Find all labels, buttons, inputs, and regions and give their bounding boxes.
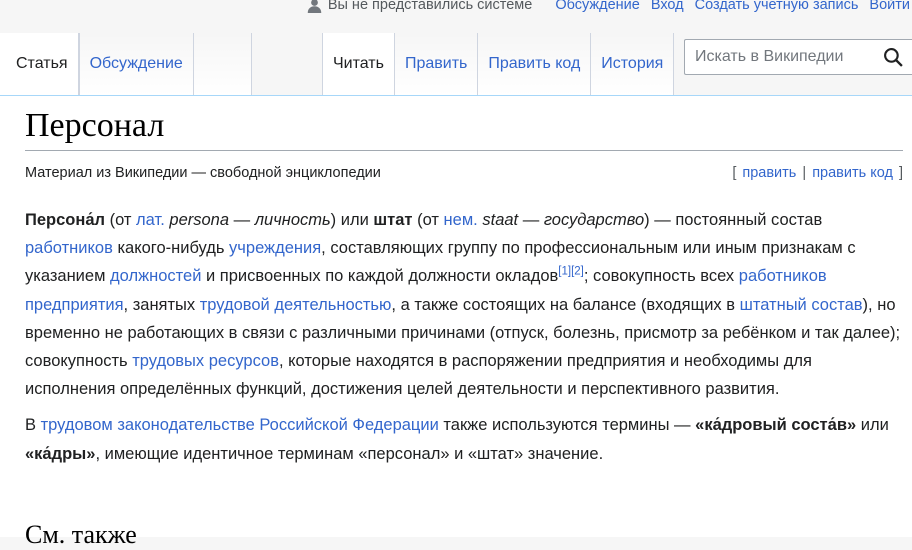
link-staff-composition[interactable]: штатный состав bbox=[740, 296, 863, 314]
namespace-tabs: Статья Обсуждение bbox=[0, 33, 252, 95]
tab-article[interactable]: Статья bbox=[0, 33, 79, 95]
link-labor-resources[interactable]: трудовых ресурсов bbox=[132, 352, 279, 370]
tab-talk[interactable]: Обсуждение bbox=[78, 33, 194, 95]
link-positions[interactable]: должностей bbox=[110, 267, 201, 285]
link-labor-activity[interactable]: трудовой деятельностью bbox=[200, 296, 392, 314]
page-title: Персонал bbox=[25, 102, 903, 151]
login-link[interactable]: Вход bbox=[651, 0, 684, 13]
ref-2[interactable]: [2] bbox=[571, 266, 584, 278]
view-tabs: Читать Править Править код История bbox=[322, 33, 675, 95]
tab-edit-source[interactable]: Править код bbox=[478, 33, 592, 95]
tab-edit[interactable]: Править bbox=[394, 33, 479, 95]
site-sub: Материал из Википедии — свободной энцикл… bbox=[25, 165, 381, 181]
ref-1[interactable]: [1] bbox=[558, 266, 571, 278]
tab-read[interactable]: Читать bbox=[322, 33, 395, 95]
search-input[interactable] bbox=[693, 47, 875, 67]
content: Персонал Материал из Википедии — свободн… bbox=[0, 95, 912, 549]
tab-spacer bbox=[193, 33, 252, 95]
link-labor-law-rf[interactable]: трудовом законодательстве Российской Фед… bbox=[41, 416, 439, 434]
link-nem[interactable]: нем. bbox=[444, 211, 478, 229]
edit-links: [ править | править код ] bbox=[732, 165, 903, 181]
section-heading-see-also: См. также bbox=[25, 520, 137, 549]
link-workers[interactable]: работников bbox=[25, 239, 113, 257]
search-box bbox=[684, 39, 912, 75]
user-icon bbox=[307, 0, 322, 13]
tab-history[interactable]: История bbox=[591, 33, 675, 95]
anon-text: Вы не представились системе bbox=[327, 0, 533, 13]
link-lat[interactable]: лат. bbox=[136, 211, 165, 229]
link-institution[interactable]: учреждения bbox=[229, 239, 321, 257]
talk-link[interactable]: Обсуждение bbox=[555, 0, 639, 13]
search-icon[interactable] bbox=[883, 47, 904, 68]
personal-tools: Вы не представились системе Обсуждение В… bbox=[307, 0, 910, 15]
edit-source-link[interactable]: править код bbox=[812, 165, 893, 181]
paragraph-1: Персона́л (от лат. persona — личность) и… bbox=[25, 211, 901, 399]
logout-link[interactable]: Войти bbox=[869, 0, 910, 13]
anon-notice: Вы не представились системе bbox=[307, 0, 533, 13]
article-body: Персона́л (от лат. persona — личность) и… bbox=[25, 206, 905, 476]
paragraph-2: В трудовом законодательстве Российской Ф… bbox=[25, 416, 889, 463]
create-account-link[interactable]: Создать учетную запись bbox=[695, 0, 859, 13]
edit-link[interactable]: править bbox=[742, 165, 796, 181]
